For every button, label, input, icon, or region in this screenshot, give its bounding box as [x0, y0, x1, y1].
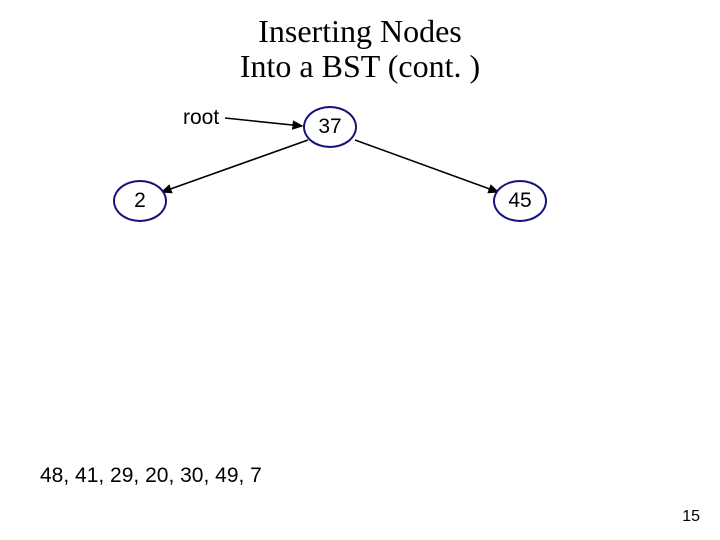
page-number: 15 — [682, 508, 700, 526]
title-line-1: Inserting Nodes — [258, 13, 462, 49]
node-left-value: 2 — [134, 189, 146, 213]
page-title: Inserting Nodes Into a BST (cont. ) — [0, 14, 720, 84]
remaining-sequence: 48, 41, 29, 20, 30, 49, 7 — [40, 464, 262, 488]
node-left: 2 — [113, 180, 167, 222]
bst-diagram: root 37 2 45 — [0, 100, 720, 400]
edge-root-left — [162, 140, 308, 192]
node-root: 37 — [303, 106, 357, 148]
node-right: 45 — [493, 180, 547, 222]
title-line-2: Into a BST (cont. ) — [240, 48, 480, 84]
edges — [0, 100, 720, 400]
node-right-value: 45 — [508, 189, 531, 213]
node-root-value: 37 — [318, 115, 341, 139]
root-pointer — [225, 118, 302, 126]
root-label: root — [183, 106, 219, 130]
edge-root-right — [355, 140, 498, 192]
